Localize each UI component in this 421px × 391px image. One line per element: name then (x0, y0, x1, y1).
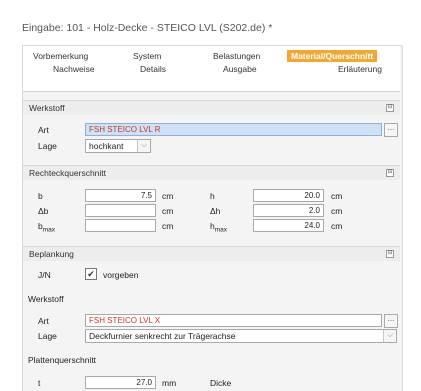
art2-label: Art (38, 316, 49, 326)
werkstoff2-title: Werkstoff (28, 294, 64, 304)
h-max-label: hmax (210, 221, 228, 234)
section-beplankung-header[interactable]: Beplankung ⊟ (23, 246, 400, 261)
h-input[interactable]: 20.0 (253, 189, 324, 202)
chevron-down-icon[interactable]: ⌵ (383, 330, 396, 342)
b-unit: cm (162, 191, 174, 201)
art-input[interactable]: FSH STEICO LVL R (85, 123, 382, 136)
b-max-unit: cm (162, 221, 174, 231)
t-label: t (38, 378, 41, 388)
t-description: Dicke (210, 378, 232, 388)
lage2-label: Lage (38, 331, 57, 341)
b-max-label: bmax (38, 221, 56, 234)
chevron-down-icon[interactable]: ⌵ (137, 140, 150, 152)
delta-b-input[interactable] (85, 204, 156, 217)
section-werkstoff-header[interactable]: Werkstoff ⊟ (23, 100, 400, 115)
art-label: Art (38, 125, 49, 135)
jn-label: J/N (38, 270, 51, 280)
tab-erlaeuterung[interactable]: Erläuterung (338, 64, 382, 74)
lage-select[interactable]: hochkant ⌵ (85, 139, 151, 153)
tab-details[interactable]: Details (140, 64, 166, 74)
h-max-input[interactable]: 24.0 (253, 219, 324, 232)
section-rechteck-header[interactable]: Rechteckquerschnitt ⊟ (23, 165, 400, 180)
section-rechteck-title: Rechteckquerschnitt (29, 168, 107, 178)
tab-vorbemerkung[interactable]: Vorbemerkung (33, 51, 88, 61)
t-input[interactable]: 27.0 (85, 376, 156, 389)
platten-title: Plattenquerschnitt (28, 355, 97, 365)
art2-input[interactable]: FSH STEICO LVL X (85, 314, 382, 327)
lage2-select-value: Deckfurnier senkrecht zur Trägerachse (89, 331, 236, 341)
section-werkstoff-title: Werkstoff (29, 103, 65, 113)
tab-nachweise[interactable]: Nachweise (53, 64, 95, 74)
lage-label: Lage (38, 141, 57, 151)
h-max-unit: cm (331, 221, 343, 231)
t-unit: mm (162, 378, 177, 388)
b-max-input[interactable] (85, 219, 156, 232)
tab-bar: Vorbemerkung System Belastungen Material… (23, 46, 400, 92)
vorgeben-label: vorgeben (103, 270, 139, 280)
delta-h-unit: cm (331, 206, 343, 216)
lage-select-value: hochkant (89, 141, 124, 151)
delta-h-label: Δh (210, 206, 221, 216)
h-label: h (210, 191, 215, 201)
collapse-icon[interactable]: ⊟ (386, 250, 394, 258)
delta-h-input[interactable]: 2.0 (253, 204, 324, 217)
tab-material-querschnitt[interactable]: Material/Querschnitt (287, 50, 378, 62)
lage2-select[interactable]: Deckfurnier senkrecht zur Trägerachse ⌵ (85, 329, 397, 343)
tab-system[interactable]: System (133, 51, 161, 61)
tab-ausgabe[interactable]: Ausgabe (223, 64, 257, 74)
delta-b-label: Δb (38, 206, 49, 216)
collapse-icon[interactable]: ⊟ (386, 169, 394, 177)
ellipsis-button[interactable]: ... (384, 314, 398, 328)
window-title: Eingabe: 101 - Holz-Decke - STEICO LVL (… (22, 22, 273, 34)
tab-belastungen[interactable]: Belastungen (213, 51, 260, 61)
ellipsis-button[interactable]: ... (384, 123, 398, 137)
b-label: b (38, 191, 43, 201)
collapse-icon[interactable]: ⊟ (386, 104, 394, 112)
b-input[interactable]: 7.5 (85, 189, 156, 202)
delta-b-unit: cm (162, 206, 174, 216)
vorgeben-checkbox[interactable]: ✔ (85, 268, 97, 280)
h-unit: cm (331, 191, 343, 201)
section-beplankung-title: Beplankung (29, 249, 74, 259)
